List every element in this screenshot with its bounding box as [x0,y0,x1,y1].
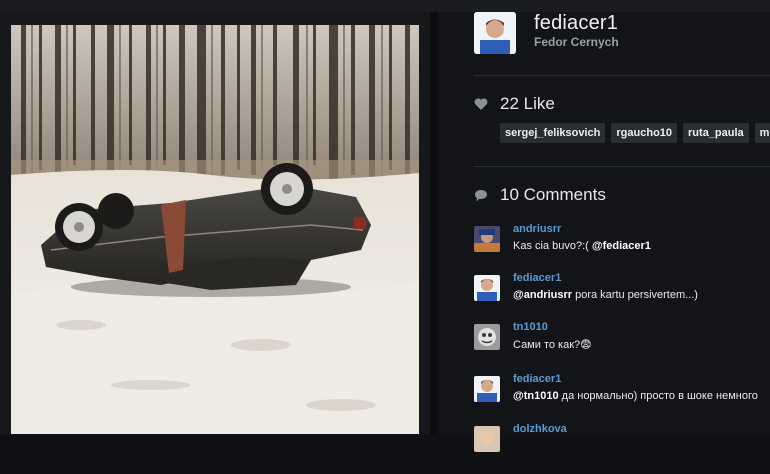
comment-author[interactable]: tn1010 [513,321,548,333]
author-avatar[interactable] [474,12,516,54]
comment-author[interactable]: fediacer1 [513,272,561,284]
heart-icon[interactable] [474,97,488,111]
commenter-avatar[interactable] [474,376,500,402]
liker-tag[interactable]: sergej_feliksovich [500,123,606,143]
liker-tag[interactable]: ruta_paula [683,123,749,143]
comment-text: Сами то как?😨 [513,338,592,351]
comment-item: andriusrr Kas cia buvo?:( @fediacer1 [474,223,770,274]
top-bar [0,0,770,12]
comment-body: pora kartu persivertem...) [572,289,698,301]
comment-text: Kas cia buvo?:( @fediacer1 [513,240,651,252]
comment-item: dolzhkova [474,423,770,474]
comment-text: @tn1010 да нормально) просто в шоке немн… [513,390,758,402]
divider [474,75,770,76]
post-photo[interactable] [11,25,419,434]
author-username[interactable]: fediacer1 [534,12,618,35]
comment-text: @andriusrr pora kartu persivertem...) [513,289,698,301]
liker-tag[interactable]: rgaucho10 [611,123,678,143]
divider [474,166,770,167]
comment-body: да нормально) просто в шоке немного [558,390,758,402]
comments-header: 10 Comments [474,185,770,207]
comment-item: tn1010 Сами то как?😨 [474,321,770,372]
details-panel: fediacer1 Fedor Cernych 22 Like sergej_f… [438,12,770,452]
comment-item: fediacer1 @andriusrr pora kartu persiver… [474,272,770,323]
likes-count: 22 Like [500,94,555,113]
likes-header: 22 Like [474,94,770,116]
comment-item: fediacer1 @tn1010 да нормально) просто в… [474,373,770,424]
comment-author[interactable]: dolzhkova [513,423,567,435]
comment-bubble-icon[interactable] [474,189,488,202]
commenter-avatar[interactable] [474,226,500,252]
comment-author[interactable]: fediacer1 [513,373,561,385]
comment-body: Kas cia buvo?:( [513,240,592,252]
comment-body: Сами то как?😨 [513,339,592,351]
comment-mention[interactable]: @tn1010 [513,390,559,402]
panel-divider [430,12,438,434]
commenter-avatar[interactable] [474,324,500,350]
post-author: fediacer1 Fedor Cernych [474,12,770,72]
liker-tag[interactable]: motia8 [754,123,770,143]
overturned-car-in-snow-image [11,25,419,434]
comment-mention[interactable]: @andriusrr [513,289,572,301]
likers-list: sergej_feliksovichrgaucho10ruta_paula mot… [500,123,770,145]
comment-mention[interactable]: @fediacer1 [592,240,651,252]
comments-count: 10 Comments [500,185,606,204]
commenter-avatar[interactable] [474,426,500,452]
author-fullname: Fedor Cernych [534,35,619,49]
commenter-avatar[interactable] [474,275,500,301]
comment-author[interactable]: andriusrr [513,223,561,235]
photo-panel [0,12,430,434]
